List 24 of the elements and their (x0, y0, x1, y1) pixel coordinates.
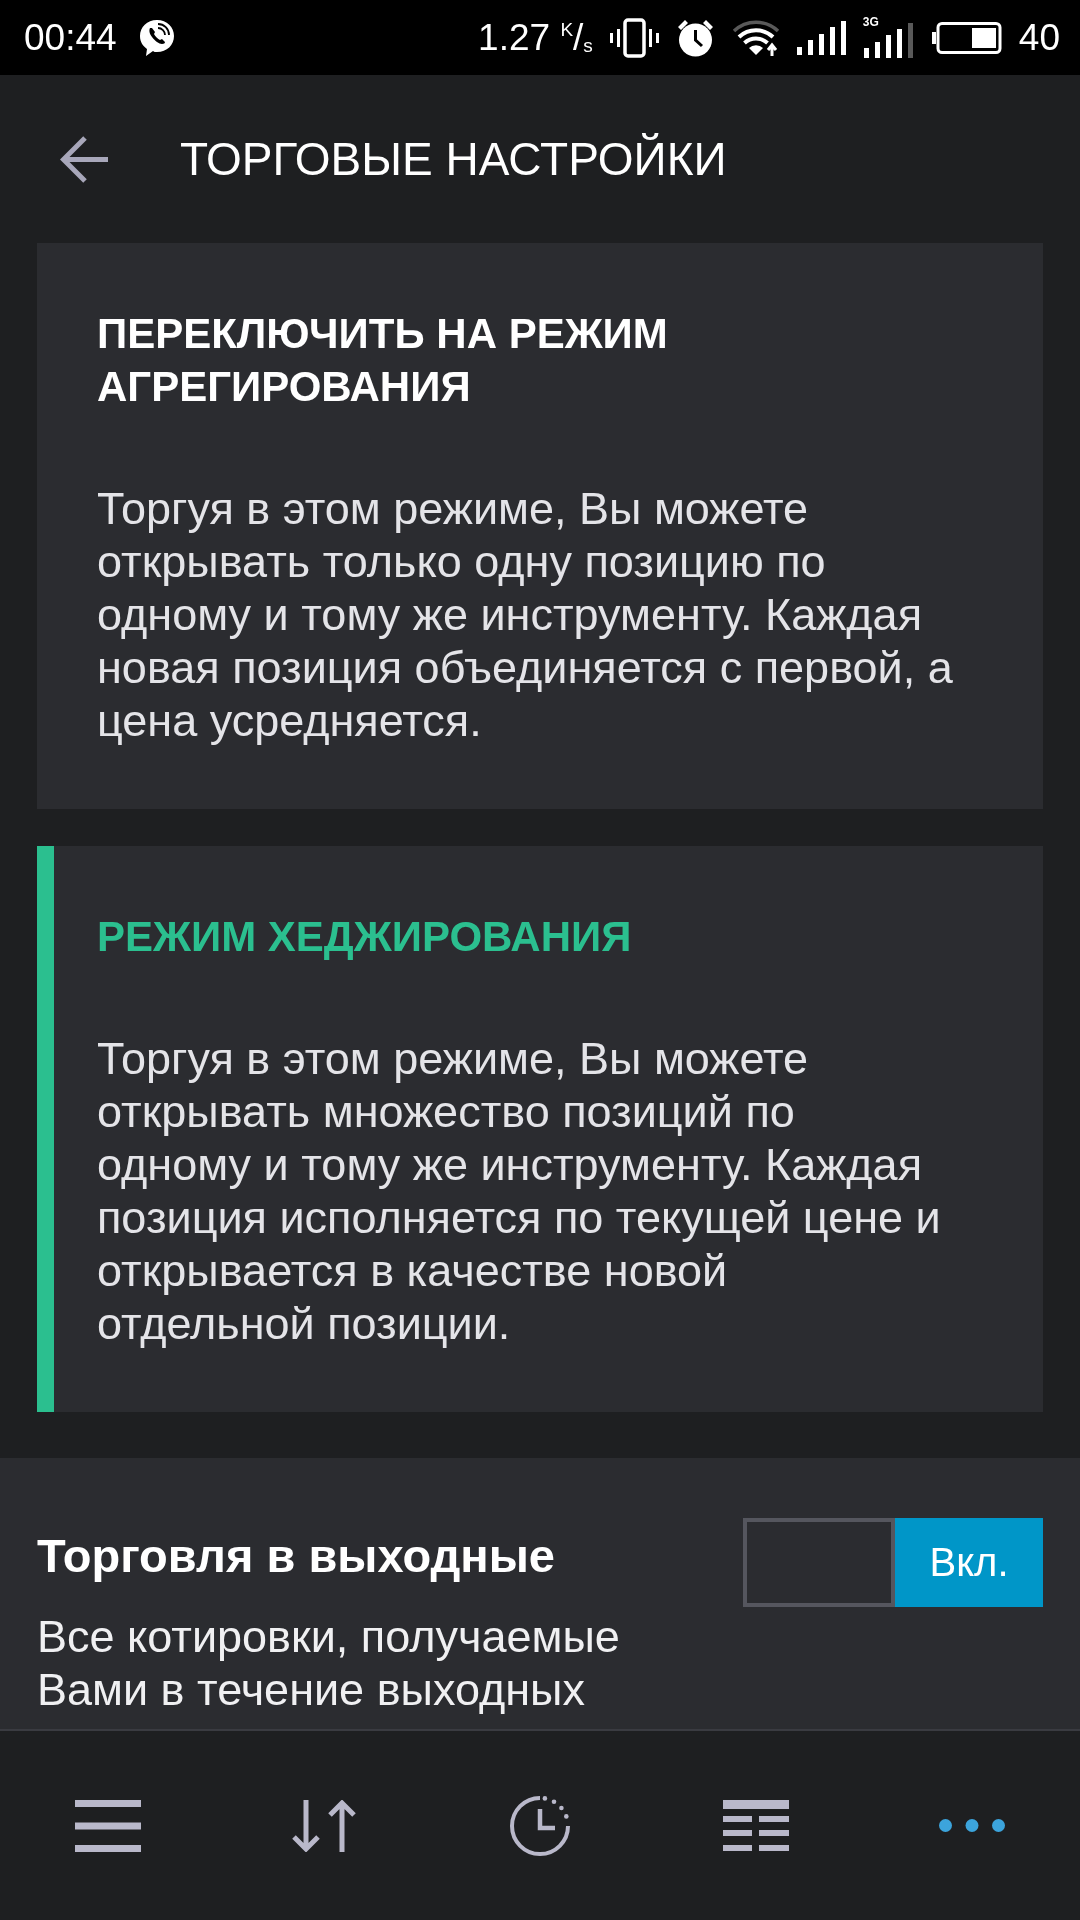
setting-description: Все котировки, получаемые Вами в течение выходных (37, 1610, 621, 1716)
mode-card[interactable]: ПЕРЕКЛЮЧИТЬ НА РЕЖИМ АГРЕГИРОВАНИЯ Торгуя в этом режиме, Вы можете открывать только одну позицию по одному и тому же инструменту. Каждая новая позиция объединяется с первой, а цена усредняется. (37, 243, 1043, 809)
setting-title: Торговля в выходные (37, 1528, 556, 1584)
screen-title: ТОРГОВЫЕ НАСТРОЙКИ (180, 132, 727, 186)
network-type: 3G (862, 15, 879, 28)
back-button[interactable] (60, 135, 110, 183)
list-icon (723, 1800, 789, 1851)
phone-bubble-icon (138, 18, 175, 57)
wifi-icon (731, 19, 780, 56)
mode-title: ПЕРЕКЛЮЧИТЬ НА РЕЖИМ АГРЕГИРОВАНИЯ (97, 309, 669, 412)
battery-icon (931, 21, 1002, 54)
battery-level: 40 (1018, 19, 1060, 56)
mode-title: РЕЖИМ ХЕДЖИРОВАНИЯ (97, 912, 633, 962)
mode-description: Торгуя в этом режиме, Вы можете открывать множество позиций по одному и тому же инструменту. Каждая позиция исполняется по текущей цене и открывается в качестве новой отдельной позиции. (97, 1032, 942, 1350)
more-dots-icon (939, 1819, 1005, 1832)
mode-description: Торгуя в этом режиме, Вы можете открывать только одну позицию по одному и тому же инструменту. Каждая новая позиция объединяется с первой, а цена усредняется. (97, 482, 954, 747)
signal-bars-icon (796, 20, 846, 55)
menu-icon (75, 1799, 141, 1852)
clock-icon (509, 1794, 571, 1857)
clock-time: 00:44 (24, 19, 117, 56)
up-down-arrows-icon (290, 1799, 358, 1852)
mode-card[interactable] (37, 846, 1043, 1412)
vibrate-icon (609, 17, 659, 58)
back-arrow-icon (60, 135, 110, 183)
